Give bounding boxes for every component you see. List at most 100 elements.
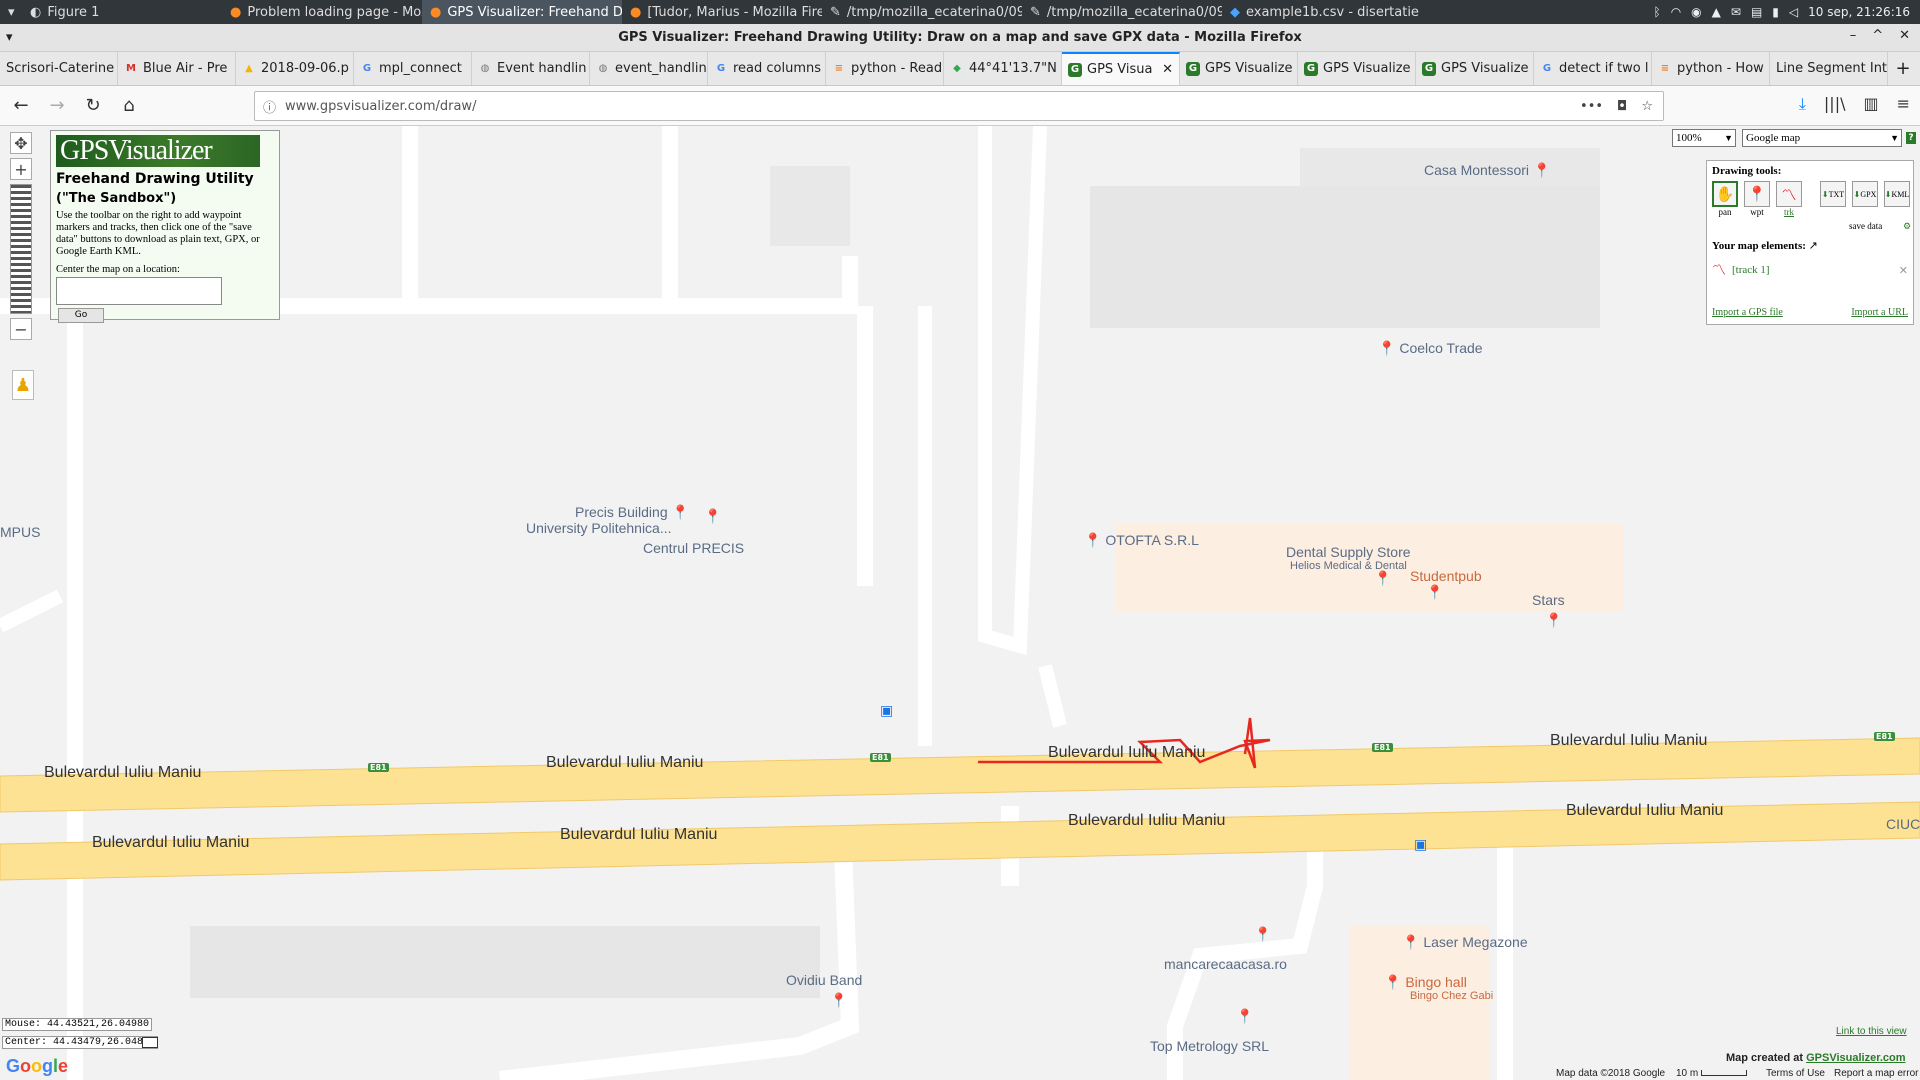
go-button[interactable]: Go (58, 308, 104, 323)
tab-python-how[interactable]: ≡ python - How (1652, 52, 1770, 85)
pan-arrows-button[interactable]: ✥ (10, 132, 32, 154)
notification-icon[interactable]: ▲ (1712, 5, 1721, 19)
settings-gear-icon[interactable]: ⚙ (1903, 221, 1911, 232)
map-pin-icon[interactable]: 📍 (830, 992, 847, 1009)
waypoint-tool[interactable]: 📍 wpt (1744, 181, 1770, 217)
save-txt-button[interactable]: ⬇ TXT (1820, 181, 1846, 217)
volume-icon[interactable]: ◁ (1789, 5, 1798, 19)
bus-stop-icon[interactable]: ▣ (880, 702, 893, 719)
save-gpx-button[interactable]: ⬇ GPX (1852, 181, 1878, 217)
map-canvas[interactable]: Bulevardul Iuliu Maniu Bulevardul Iuliu … (0, 126, 1920, 1080)
poi-casa-montessori[interactable]: Casa Montessori 📍 (1424, 162, 1550, 179)
new-tab-button[interactable]: + (1888, 52, 1918, 85)
poi-studentpub[interactable]: Studentpub (1410, 568, 1482, 584)
map-pin-icon[interactable]: 📍 (1254, 926, 1271, 943)
taskbar-task-tudor[interactable]: ● [Tudor, Marius - Mozilla Firef... (622, 0, 822, 24)
poi-stars[interactable]: Stars (1532, 592, 1565, 608)
map-pin-icon[interactable]: 📍 (1426, 584, 1443, 601)
map-pin-icon[interactable]: 📍 (1236, 1008, 1253, 1025)
import-url-link[interactable]: Import a URL (1851, 307, 1908, 318)
taskbar-task-example-csv[interactable]: ◆example1b.csv - disertatie - ... (1222, 0, 1422, 24)
map-pin-icon[interactable]: 📍 (1374, 570, 1391, 587)
taskbar-task-tmp2[interactable]: ✎/tmp/mozilla_ecaterina0/091... (1022, 0, 1222, 24)
mail-icon[interactable]: ✉ (1731, 5, 1741, 19)
report-error-link[interactable]: Report a map error (1834, 1068, 1918, 1079)
map-type-select[interactable]: Google map ▼ (1742, 129, 1902, 147)
tab-line-segment[interactable]: Line Segment Inte (1770, 52, 1888, 85)
help-icon[interactable]: ? (1906, 132, 1916, 144)
home-button[interactable]: ⌂ (114, 91, 144, 121)
track-list-item[interactable]: 〽 [track 1] ✕ (1712, 260, 1908, 280)
battery-icon[interactable]: ▮ (1772, 5, 1779, 19)
downloads-icon[interactable]: ⤓ (1799, 94, 1806, 114)
poi-otofta[interactable]: 📍 OTOFTA S.R.L (1084, 532, 1199, 549)
zoom-out-button[interactable]: − (10, 318, 32, 340)
tab-event-handling[interactable]: ◍ Event handlin (472, 52, 590, 85)
import-gps-file-link[interactable]: Import a GPS file (1712, 307, 1783, 318)
forward-button[interactable]: → (42, 91, 72, 121)
maximize-icon[interactable]: ^ (1872, 28, 1883, 43)
map-pin-icon[interactable]: 📍 (704, 508, 721, 525)
tab-scrisori[interactable]: Scrisori-Caterine (0, 52, 118, 85)
tab-blue-air[interactable]: M Blue Air - Pre (118, 52, 236, 85)
poi-centrul-precis[interactable]: Centrul PRECIS (643, 540, 744, 556)
poi-mancare[interactable]: mancarecaacasa.ro (1164, 956, 1287, 972)
tab-2018-09-06[interactable]: ▲ 2018-09-06.p (236, 52, 354, 85)
bookmark-star-icon[interactable]: ☆ (1641, 99, 1653, 114)
street-view-pegman-button[interactable]: ♟ (12, 370, 34, 400)
location-input[interactable] (56, 277, 222, 305)
back-button[interactable]: ← (6, 91, 36, 121)
save-kml-button[interactable]: ⬇ KML (1884, 181, 1910, 217)
tab-gps-visualizer-2[interactable]: G GPS Visualize (1180, 52, 1298, 85)
tab-close-icon[interactable]: ✕ (1162, 62, 1173, 77)
zoom-slider[interactable] (10, 184, 32, 314)
zoom-in-button[interactable]: + (10, 158, 32, 180)
tab-mpl-connect[interactable]: Gmpl_connect (354, 52, 472, 85)
poi-university[interactable]: University Politehnica... (526, 520, 672, 536)
hamburger-menu-icon[interactable]: ≡ (1897, 94, 1910, 114)
taskbar-task-figure[interactable]: ◐ Figure 1 (22, 0, 222, 24)
page-actions-icon[interactable]: ••• (1580, 99, 1603, 114)
taskbar-task-tmp1[interactable]: ✎/tmp/mozilla_ecaterina0/091... (822, 0, 1022, 24)
tab-event-handling-2[interactable]: ◍ event_handlin (590, 52, 708, 85)
delete-track-icon[interactable]: ✕ (1899, 264, 1908, 277)
tab-gps-visualizer-active[interactable]: G GPS Visua ✕ (1062, 52, 1180, 85)
bus-stop-icon[interactable]: ▣ (1414, 836, 1427, 853)
terms-link[interactable]: Terms of Use (1766, 1068, 1825, 1079)
window-menu-icon[interactable]: ▾ (6, 30, 13, 45)
poi-coelco-trade[interactable]: 📍 Coelco Trade (1378, 340, 1483, 357)
minimize-icon[interactable]: – (1850, 28, 1857, 43)
info-icon[interactable]: ⓘ (263, 97, 276, 116)
track-tool[interactable]: 〽 trk (1776, 181, 1802, 217)
tab-coordinates[interactable]: ◆ 44°41'13.7"N (944, 52, 1062, 85)
url-bar[interactable]: ⓘ www.gpsvisualizer.com/draw/ ••• ◘ ☆ (254, 91, 1664, 121)
url-text[interactable]: www.gpsvisualizer.com/draw/ (285, 99, 476, 114)
gpsvisualizer-link[interactable]: GPSVisualizer.com (1806, 1052, 1905, 1064)
map-pin-icon[interactable]: 📍 (1545, 612, 1562, 629)
poi-top-metrology[interactable]: Top Metrology SRL (1150, 1038, 1269, 1054)
reload-button[interactable]: ↻ (78, 91, 108, 121)
tab-detect-if-two[interactable]: Gdetect if two l (1534, 52, 1652, 85)
sidebar-icon[interactable]: ▥ (1863, 94, 1878, 114)
scale-ruler-icon[interactable] (142, 1037, 158, 1048)
tab-gps-visualizer-4[interactable]: G GPS Visualize (1416, 52, 1534, 85)
link-to-view[interactable]: Link to this view (1836, 1026, 1907, 1037)
library-icon[interactable]: |||\ (1824, 94, 1846, 114)
clock[interactable]: 10 sep, 21:26:16 (1808, 5, 1910, 19)
poi-laser-megazone[interactable]: 📍 Laser Megazone (1402, 934, 1528, 951)
pan-tool[interactable]: ✋ pan (1712, 181, 1738, 217)
clipboard-icon[interactable]: ▤ (1751, 5, 1762, 19)
poi-precis-building[interactable]: Precis Building 📍 (575, 504, 689, 521)
taskbar-app-menu[interactable]: ▾ (0, 0, 22, 24)
close-icon[interactable]: ✕ (1899, 28, 1910, 43)
poi-dental-supply[interactable]: Dental Supply Store (1286, 544, 1411, 560)
expand-icon[interactable]: ↗ (1809, 240, 1818, 252)
chrome-icon[interactable]: ◉ (1691, 5, 1701, 19)
tab-read-columns[interactable]: Gread columns (708, 52, 826, 85)
zoom-select[interactable]: 100% ▼ (1672, 129, 1736, 147)
tab-gps-visualizer-3[interactable]: G GPS Visualize (1298, 52, 1416, 85)
taskbar-task-problem-loading[interactable]: ●Problem loading page - Mozi... (222, 0, 422, 24)
tab-python-read[interactable]: ≡ python - Read (826, 52, 944, 85)
poi-ovidiu-band[interactable]: Ovidiu Band (786, 972, 862, 988)
bluetooth-icon[interactable]: ᛒ (1653, 5, 1660, 19)
